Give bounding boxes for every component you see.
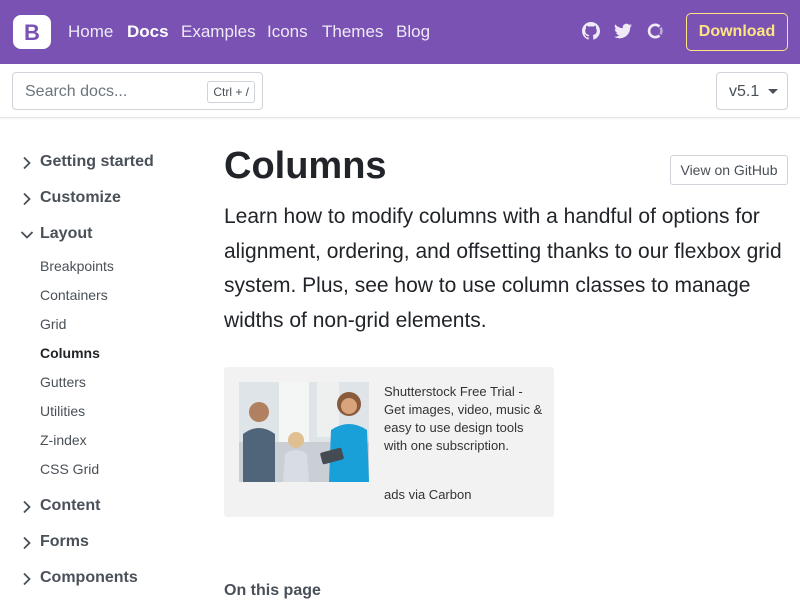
nav-link-home[interactable]: Home: [68, 22, 113, 42]
sidebar-section-label: Layout: [40, 225, 93, 242]
sidebar-item-grid[interactable]: Grid: [40, 316, 66, 332]
search-shortcut-hint: Ctrl + /: [207, 81, 255, 103]
docs-subnav: Search docs... Ctrl + / v5.1: [0, 64, 800, 118]
search-input[interactable]: Search docs... Ctrl + /: [12, 72, 263, 110]
search-placeholder: Search docs...: [25, 83, 128, 100]
docs-sidebar: Getting started Customize Layout Breakpo…: [0, 118, 200, 600]
ad-image[interactable]: [239, 382, 369, 482]
sidebar-item-breakpoints[interactable]: Breakpoints: [40, 258, 114, 274]
view-on-github-button[interactable]: View on GitHub: [670, 155, 788, 185]
sidebar-section-label: Content: [40, 497, 101, 514]
page-title: Columns: [224, 145, 387, 187]
version-label: v5.1: [729, 83, 760, 100]
sidebar-section-label: Components: [40, 569, 138, 586]
ad-attribution[interactable]: ads via Carbon: [384, 487, 471, 502]
chevron-right-icon: [23, 572, 31, 586]
nav-link-docs[interactable]: Docs: [127, 22, 169, 42]
nav-link-icons[interactable]: Icons: [267, 22, 308, 42]
version-dropdown[interactable]: v5.1: [716, 72, 788, 110]
chevron-right-icon: [23, 500, 31, 514]
top-navbar: B Home Docs Examples Icons Themes Blog D…: [0, 0, 800, 64]
opencollective-icon[interactable]: [646, 22, 664, 40]
github-icon[interactable]: [582, 22, 600, 40]
nav-link-blog[interactable]: Blog: [396, 22, 430, 42]
sidebar-item-containers[interactable]: Containers: [40, 287, 108, 303]
nav-link-examples[interactable]: Examples: [181, 22, 256, 42]
carbon-ad: Shutterstock Free Trial - Get images, vi…: [224, 367, 554, 517]
twitter-icon[interactable]: [614, 22, 632, 40]
sidebar-section-label: Forms: [40, 533, 89, 550]
chevron-down-icon: [768, 89, 778, 94]
chevron-right-icon: [23, 192, 31, 206]
svg-text:B: B: [24, 20, 40, 45]
chevron-right-icon: [23, 156, 31, 170]
download-button[interactable]: Download: [686, 13, 788, 51]
sidebar-item-css-grid[interactable]: CSS Grid: [40, 461, 99, 477]
lead-paragraph: Learn how to modify columns with a handf…: [224, 205, 782, 332]
toc-heading: On this page: [224, 582, 321, 599]
sidebar-item-gutters[interactable]: Gutters: [40, 374, 86, 390]
chevron-right-icon: [23, 536, 31, 550]
sidebar-section-label: Getting started: [40, 153, 154, 170]
sidebar-item-utilities[interactable]: Utilities: [40, 403, 85, 419]
sidebar-item-columns[interactable]: Columns: [40, 345, 100, 361]
chevron-down-icon: [20, 231, 34, 239]
sidebar-section-label: Customize: [40, 189, 121, 206]
sidebar-item-z-index[interactable]: Z-index: [40, 432, 87, 448]
nav-link-themes[interactable]: Themes: [322, 22, 383, 42]
ad-text[interactable]: Shutterstock Free Trial - Get images, vi…: [384, 383, 546, 455]
bootstrap-logo-icon[interactable]: B: [12, 14, 52, 50]
